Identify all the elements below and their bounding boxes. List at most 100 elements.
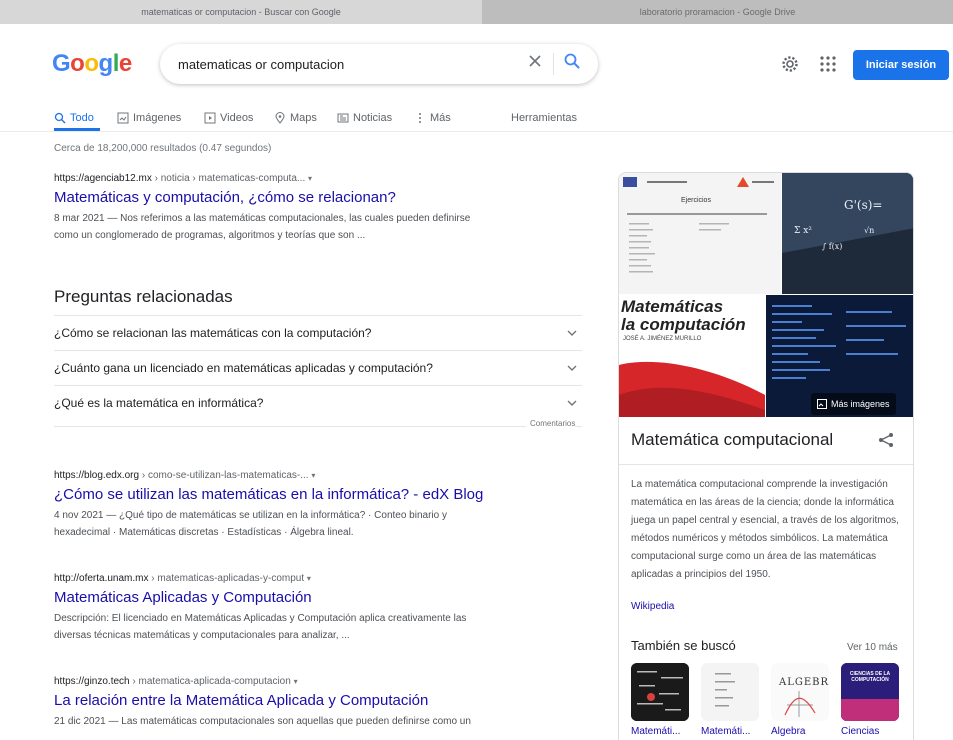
more-images-button[interactable]: Más imágenes xyxy=(811,393,896,415)
logo-letter: e xyxy=(118,50,132,77)
tab-label: Maps xyxy=(290,112,317,124)
related-question[interactable]: ¿Cómo se relacionan las matemáticas con … xyxy=(54,315,582,350)
question-text: ¿Qué es la matemática en informática? xyxy=(54,396,264,410)
result-title[interactable]: La relación entre la Matemática Aplicada… xyxy=(54,692,544,709)
kp-title: Matemática computacional xyxy=(631,430,834,449)
tab-images[interactable]: Imágenes xyxy=(117,106,181,130)
knowledge-panel: Ejercicios G'(s)= Σ x² ∫ f(x) √n Matemát… xyxy=(618,172,914,740)
result-url[interactable]: http://oferta.unam.mx › matematicas-apli… xyxy=(54,573,544,584)
google-logo[interactable]: Google xyxy=(52,50,132,78)
signin-button[interactable]: Iniciar sesión xyxy=(853,50,949,80)
snippet-line: Descripción: El licenciado en Matemática… xyxy=(54,613,467,624)
related-thumb-2[interactable] xyxy=(701,663,759,721)
snippet-line: hexadecimal · Matemáticas discretas · Es… xyxy=(54,527,354,538)
search-result: http://oferta.unam.mx › matematicas-apli… xyxy=(54,573,544,644)
browser-tab-drive[interactable]: laboratorio proramacion - Google Drive xyxy=(482,0,953,24)
result-domain: https://blog.edx.org xyxy=(54,470,140,481)
related-questions-divider xyxy=(54,426,582,427)
tab-videos[interactable]: Videos xyxy=(204,106,253,130)
kp-image-book[interactable]: Matemáticas la computación JOSÉ A. JIMÉN… xyxy=(619,295,765,417)
related-question[interactable]: ¿Qué es la matemática en informática? xyxy=(54,385,582,420)
related-label-3[interactable]: Álgebra xyxy=(771,726,831,737)
search-result: https://agenciab12.mx › noticia › matema… xyxy=(54,173,544,244)
result-stats: Cerca de 18,200,000 resultados (0.47 seg… xyxy=(54,143,272,154)
svg-text:√n: √n xyxy=(864,226,874,235)
search-result: https://ginzo.tech › matematica-aplicada… xyxy=(54,676,544,730)
search-result: https://blog.edx.org › como-se-utilizan-… xyxy=(54,470,544,541)
share-icon[interactable] xyxy=(877,431,895,449)
related-question[interactable]: ¿Cuánto gana un licenciado en matemática… xyxy=(54,350,582,385)
result-snippet: 4 nov 2021 — ¿Qué tipo de matemáticas se… xyxy=(54,507,544,541)
snippet-line: 21 dic 2021 — Las matemáticas computacio… xyxy=(54,716,471,727)
kp-image-worksheet[interactable]: Ejercicios xyxy=(619,173,781,294)
logo-letter: o xyxy=(70,50,85,77)
book-title-line-2: la computación xyxy=(621,315,746,334)
feedback-link[interactable]: Comentarios xyxy=(526,419,576,428)
result-title[interactable]: Matemáticas Aplicadas y Computación xyxy=(54,589,544,606)
result-url[interactable]: https://ginzo.tech › matematica-aplicada… xyxy=(54,676,544,687)
result-url[interactable]: https://blog.edx.org › como-se-utilizan-… xyxy=(54,470,544,481)
result-snippet: 8 mar 2021 — Nos referimos a las matemát… xyxy=(54,210,544,244)
result-snippet: 21 dic 2021 — Las matemáticas computacio… xyxy=(54,713,544,730)
nav-divider xyxy=(0,131,953,132)
svg-text:G'(s)=: G'(s)= xyxy=(844,198,882,212)
kp-image-formulas[interactable]: G'(s)= Σ x² ∫ f(x) √n xyxy=(782,173,913,294)
search-divider xyxy=(553,53,554,75)
chevron-down-icon[interactable]: ▾ xyxy=(307,574,311,583)
result-path: › matematica-aplicada-computacion xyxy=(129,676,291,687)
apps-grid-icon[interactable] xyxy=(819,55,837,73)
worksheet-header: Ejercicios xyxy=(681,197,711,204)
search-icon[interactable] xyxy=(563,52,581,70)
related-label-2[interactable]: Matemáti... xyxy=(701,726,761,737)
chevron-down-icon xyxy=(567,330,577,336)
related-questions-title: Preguntas relacionadas xyxy=(54,287,233,306)
chevron-down-icon xyxy=(567,365,577,371)
more-images-label: Más imágenes xyxy=(831,399,890,409)
book-title-line-1: Matemáticas xyxy=(621,297,724,316)
result-path: › como-se-utilizan-las-matematicas-... xyxy=(139,470,309,481)
tools-label: Herramientas xyxy=(511,112,578,124)
more-vert-icon xyxy=(419,113,421,123)
result-title[interactable]: ¿Cómo se utilizan las matemáticas en la … xyxy=(54,486,544,503)
snippet-line: 4 nov 2021 — ¿Qué tipo de matemáticas se… xyxy=(54,510,447,521)
wikipedia-link[interactable]: Wikipedia xyxy=(631,601,674,612)
tab-maps[interactable]: Maps xyxy=(274,106,317,130)
tab-label: Noticias xyxy=(353,112,393,124)
question-text: ¿Cómo se relacionan las matemáticas con … xyxy=(54,326,372,340)
logo-letter: o xyxy=(84,50,99,77)
tab-label: Imágenes xyxy=(133,112,182,124)
related-thumb-1[interactable] xyxy=(631,663,689,721)
tools-button[interactable]: Herramientas xyxy=(511,106,577,130)
image-icon xyxy=(117,112,129,124)
tab-more[interactable]: Más xyxy=(414,106,451,130)
svg-text:∫ f(x): ∫ f(x) xyxy=(822,242,842,251)
chevron-down-icon[interactable]: ▾ xyxy=(311,471,315,480)
related-thumb-3[interactable]: ALGEBRA xyxy=(771,663,829,721)
result-path: › noticia › matematicas-computa... xyxy=(151,173,306,184)
see-more-link[interactable]: Ver 10 más xyxy=(847,642,898,653)
tab-news[interactable]: Noticias xyxy=(337,106,392,130)
related-label-1[interactable]: Matemáti... xyxy=(631,726,691,737)
snippet-line: como un conglomerado de programas, algor… xyxy=(54,230,366,241)
tab-all[interactable]: Todo xyxy=(54,106,94,130)
tab-label: Todo xyxy=(70,112,94,124)
video-icon xyxy=(204,112,216,124)
computer-science-thumb-text: CIENCIAS DE LA COMPUTACIÓN xyxy=(849,671,891,683)
question-text: ¿Cuánto gana un licenciado en matemática… xyxy=(54,361,433,375)
chevron-down-icon[interactable]: ▾ xyxy=(308,174,312,183)
algebra-thumb-image xyxy=(784,691,816,717)
tab-label: Videos xyxy=(220,112,254,124)
snippet-line: 8 mar 2021 — Nos referimos a las matemát… xyxy=(54,213,471,224)
clear-icon[interactable] xyxy=(527,53,543,69)
chevron-down-icon[interactable]: ▾ xyxy=(294,677,298,686)
related-thumb-4[interactable]: CIENCIAS DE LA COMPUTACIÓN xyxy=(841,663,899,721)
image-icon xyxy=(817,399,827,409)
related-label-4[interactable]: Ciencias xyxy=(841,726,901,737)
search-input[interactable] xyxy=(178,55,518,73)
svg-text:Σ x²: Σ x² xyxy=(794,226,812,236)
tab-label: Más xyxy=(430,112,451,124)
result-title[interactable]: Matemáticas y computación, ¿cómo se rela… xyxy=(54,189,544,206)
browser-tab-search[interactable]: matematicas or computacion - Buscar con … xyxy=(0,0,482,24)
gear-icon[interactable] xyxy=(780,54,800,74)
result-url[interactable]: https://agenciab12.mx › noticia › matema… xyxy=(54,173,544,184)
